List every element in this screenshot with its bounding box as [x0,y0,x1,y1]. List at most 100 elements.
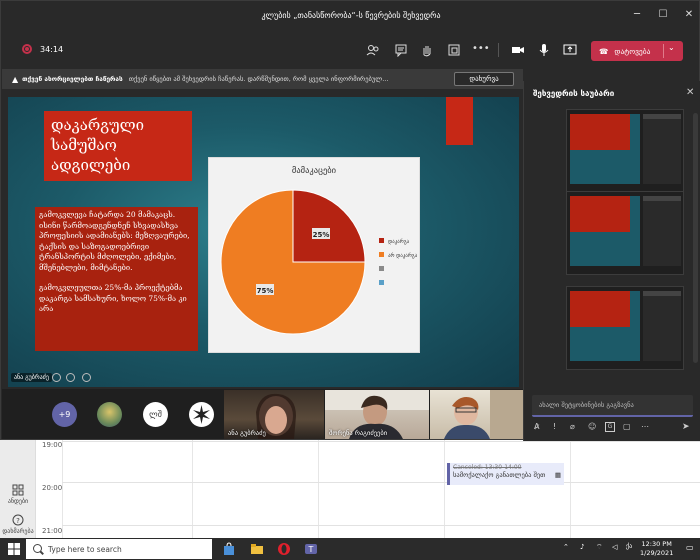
apps-icon [12,484,24,496]
left-rail-item-apps[interactable]: ანდები [0,484,36,505]
emoji-icon[interactable]: ☺ [588,422,598,432]
volume-icon[interactable]: ♪ [580,543,590,553]
participant-video-icon [444,390,523,439]
meeting-chat-panel: შეხვედრის საუბარი ✕ ახალი შეტყობინების გ… [523,81,700,441]
chevron-down-icon[interactable]: ⌄ [668,43,675,52]
send-icon[interactable]: ➤ [682,422,692,432]
video-tile[interactable]: ანა გუბრაძე [224,390,324,439]
event-title: სამოქალაქო განათლება შეთ [453,471,546,479]
windows-start-icon[interactable] [8,543,20,555]
svg-text:?: ? [16,517,20,525]
svg-text:25%: 25% [313,231,330,239]
pie-chart-svg: 25% 75% დაკარგა არ დაკარგა [220,189,418,335]
notifications-icon[interactable]: ▭ [686,543,696,553]
maximize-icon[interactable]: ☐ [657,9,669,21]
time-label: 20:00 [42,484,63,492]
chat-image-thumbnail[interactable] [566,191,684,275]
camera-icon[interactable] [511,43,525,57]
pin-icon[interactable] [66,373,75,382]
search-placeholder: Type here to search [48,544,122,554]
recording-icon [22,44,32,54]
left-rail-label: დახმარება [2,528,34,535]
meeting-toolbar: 34:14 ••• ☎ დატოვება ⌄ [1,35,700,65]
pie-data-label: 75% [255,284,274,296]
dismiss-button[interactable]: დახურვა [454,72,514,86]
language-icon[interactable]: ქა [626,543,636,553]
more-icon[interactable]: ⋯ [641,422,651,432]
taskbar-search-input[interactable]: Type here to search [26,539,212,559]
format-icon[interactable]: A̷ [534,422,544,432]
chat-icon[interactable] [394,43,408,57]
time-label: 19:00 [42,441,63,449]
participants-icon[interactable] [366,43,380,57]
video-tile[interactable] [430,390,523,439]
pie-chart: მამაკაცები 25% 75% დაკარგა არ დაკარგა [208,157,420,353]
more-options-icon[interactable]: ••• [472,43,490,57]
legend-label: დაკარგა [388,238,410,245]
breakout-icon[interactable] [447,43,461,57]
chat-compose-input[interactable]: ახალი შეტყობინების გაგზავნა [532,395,693,417]
time-label: 21:00 [42,527,63,535]
clock-time: 12:30 PM [641,540,672,548]
compose-toolbar: A̷ ! ⌀ ☺ G ▢ ⋯ ➤ [534,421,699,435]
shared-slide: დაკარგული სამუშაო ადგილები გამოკვლევა ჩა… [8,97,519,387]
video-strip: +9 ლშ ანა გუბრაძე შორენა რაგიძეები [2,389,524,439]
video-tile[interactable]: შორენა რაგიძეები [325,390,429,439]
legend-swatch [379,280,384,285]
teams-icon[interactable]: T [304,542,318,556]
important-icon[interactable]: ! [553,422,563,432]
search-icon [33,544,42,553]
warning-icon: ▲ [12,74,19,84]
slide-title: დაკარგული სამუშაო ადგილები [44,111,192,181]
notice-title: თქვენ ახორციელებთ ჩაწერას [22,75,123,83]
avatar[interactable] [97,402,122,427]
participant-name: ანა გუბრაძე [228,429,266,437]
network-icon[interactable]: ⌔ [596,543,606,553]
speaker-icon[interactable]: ◁ [612,543,622,553]
meeting-window: კლუბის „თანასწორობა“-ს წევრების შეხვედრა… [0,0,700,441]
avatar[interactable]: ლშ [143,402,168,427]
notice-text: თქვენ იწყებთ ამ შეხვედრის ჩაწერას. დარწმ… [128,75,389,83]
participant-name: შორენა რაგიძეები [329,429,388,437]
title-bar: კლუბის „თანასწორობა“-ს წევრების შეხვედრა… [1,1,700,31]
left-rail-item-help[interactable]: ? დახმარება [0,514,36,535]
calendar-event[interactable]: Canceled: 13:30-14:00 სამოქალაქო განათლე… [447,463,564,485]
recording-notice: ▲ თქვენ ახორციელებთ ჩაწერას თქვენ იწყებთ… [2,69,523,89]
cross-emblem-icon [193,405,210,424]
close-icon[interactable]: ✕ [686,87,694,98]
screen-share-icon[interactable] [52,373,61,382]
left-rail-label: ანდები [7,498,29,505]
slide-body: გამოკვლევა ჩატარდა 20 მამაკაცს. ისინი წა… [35,207,198,351]
more-icon[interactable] [82,373,91,382]
phone-icon: ☎ [599,46,609,56]
opera-icon[interactable] [277,542,291,556]
slide-accent-bar [446,97,473,145]
slide-paragraph: გამოკვლევა ჩატარდა 20 მამაკაცს. ისინი წა… [39,210,190,272]
share-screen-icon[interactable] [563,43,577,57]
chat-image-thumbnail[interactable] [566,286,684,370]
legend-swatch [379,252,384,257]
attach-icon[interactable]: ⌀ [570,422,580,432]
close-icon[interactable]: ✕ [683,9,695,21]
avatar[interactable] [189,402,214,427]
taskbar: Type here to search T ⌃ ♪ ⌔ ◁ ქა 12:30 P… [0,538,700,560]
raise-hand-icon[interactable] [420,43,434,57]
legend-swatch [379,266,384,271]
microphone-icon[interactable] [537,43,551,57]
leave-button[interactable]: ☎ დატოვება ⌄ [591,41,683,61]
leave-label: დატოვება [614,46,651,56]
slide-paragraph: გამოკვლეულთა 25%-მა პროექტებმა დაკარგა ს… [39,283,187,313]
file-explorer-icon[interactable] [250,542,264,556]
chat-image-thumbnail[interactable] [566,109,684,193]
store-icon[interactable] [222,542,236,556]
sticker-icon[interactable]: ▢ [623,422,633,432]
chevron-up-icon[interactable]: ⌃ [563,543,573,553]
chat-scrollbar[interactable] [693,113,698,363]
more-participants-badge[interactable]: +9 [52,402,77,427]
minimize-icon[interactable]: ─ [631,9,643,21]
taskbar-clock[interactable]: 12:30 PM 1/29/2021 [640,540,673,558]
pie-slice-0 [292,189,366,263]
help-icon: ? [12,514,24,526]
gif-icon[interactable]: G [605,422,615,432]
legend-swatch [379,238,384,243]
